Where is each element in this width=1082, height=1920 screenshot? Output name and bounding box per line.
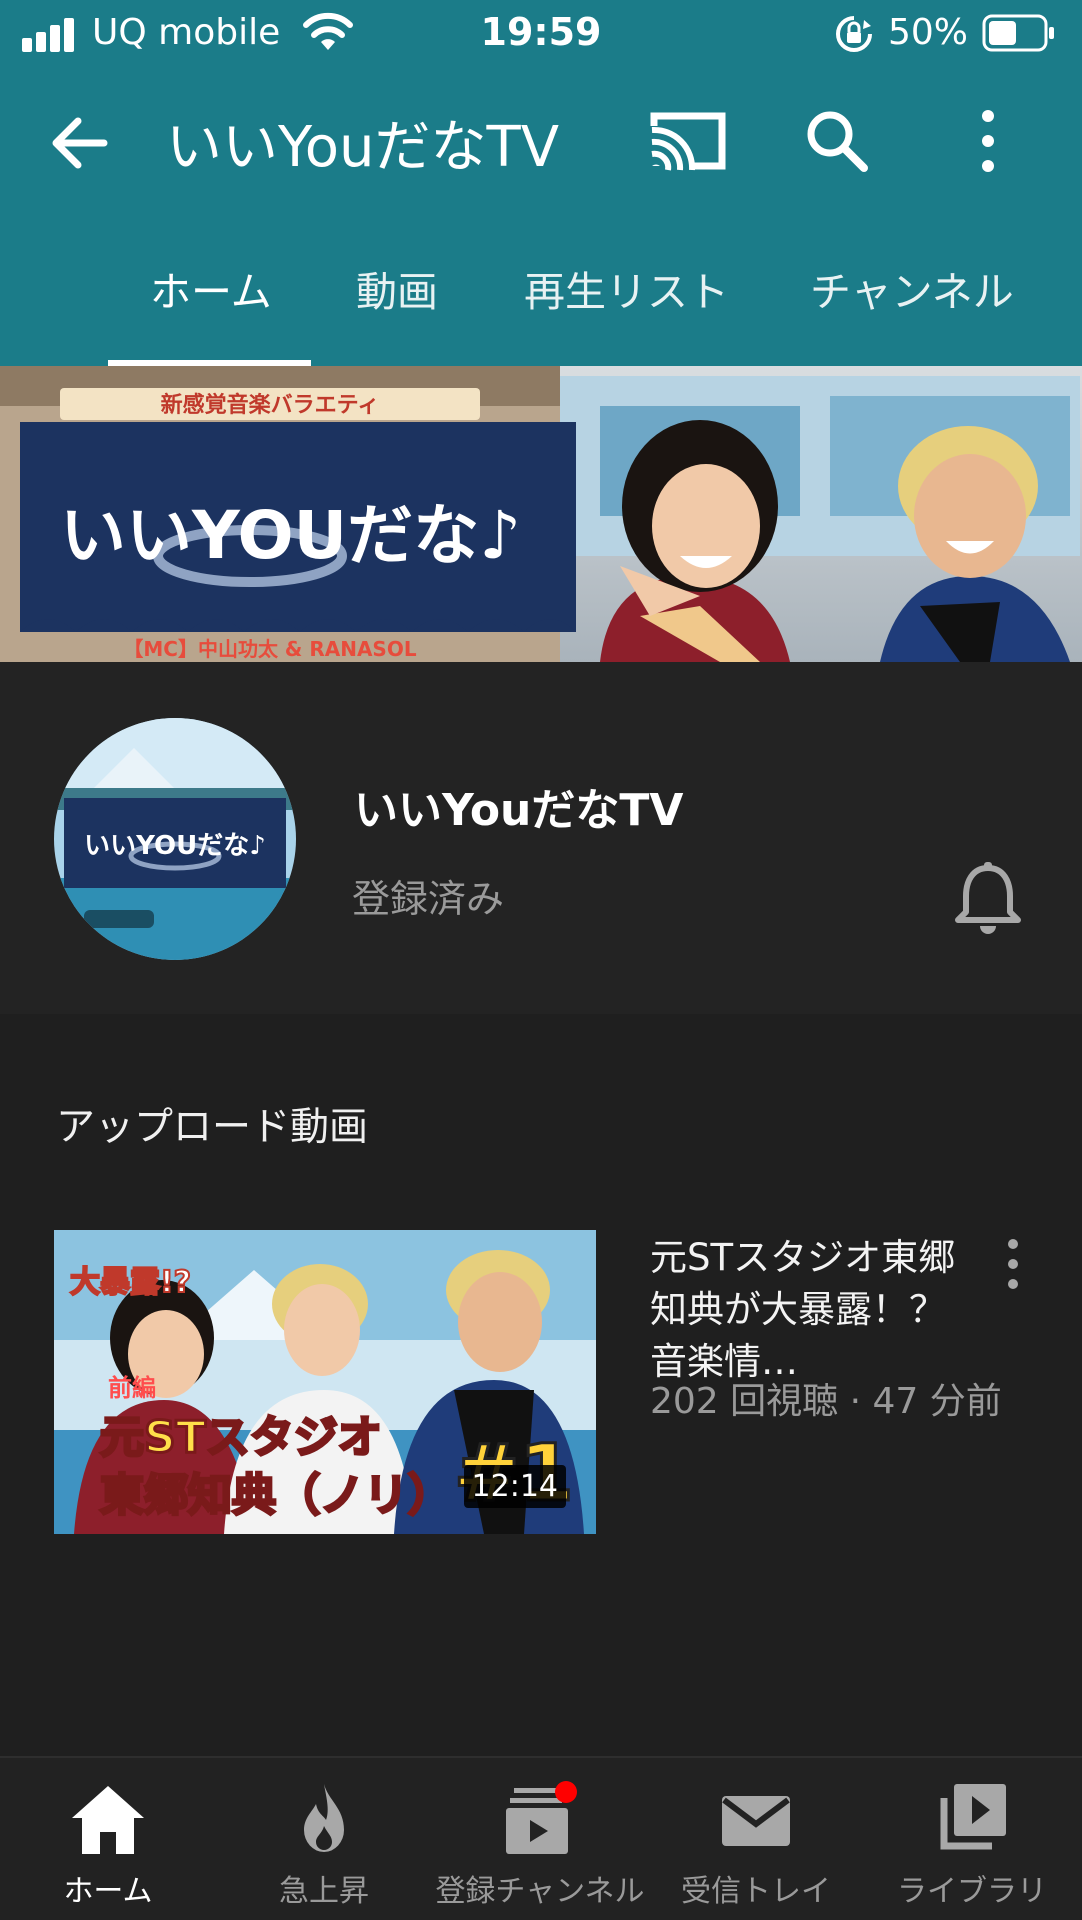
trending-icon: [304, 1784, 344, 1852]
avatar-logo-text: いいYOUだな♪: [84, 831, 266, 861]
cast-icon[interactable]: [646, 108, 730, 174]
rotation-lock-icon: [836, 16, 872, 52]
video-more-icon[interactable]: [996, 1234, 1030, 1294]
video-thumbnail[interactable]: 大暴露!? 前編 元STスタジオ 東郷知典（ノリ） #1 12:14: [54, 1230, 596, 1534]
thumbnail-part: 前編: [108, 1374, 156, 1402]
top-nav: いいYouだなTV: [0, 90, 1082, 190]
status-bar: UQ mobile 19:59 50%: [0, 0, 1082, 70]
thumbnail-line1: 元STスタジオ: [100, 1412, 382, 1463]
bell-icon[interactable]: [954, 860, 1022, 936]
banner-logo-text: いいYOUだな♪: [60, 497, 521, 574]
bottom-nav-label: ライブラリ: [897, 1874, 1047, 1909]
tab-home[interactable]: ホーム: [150, 258, 272, 318]
subscriptions-icon: [506, 1781, 577, 1854]
video-meta: 202 回視聴 · 47 分前: [650, 1381, 1002, 1422]
bottom-nav-label: ホーム: [63, 1874, 153, 1909]
channel-tabs: ホーム 動画 再生リスト チャンネル: [0, 250, 1082, 366]
bottom-nav-trending[interactable]: 急上昇: [216, 1758, 432, 1920]
battery-icon: [982, 14, 1054, 52]
bottom-nav-label: 受信トレイ: [681, 1874, 831, 1909]
bottom-nav-inbox[interactable]: 受信トレイ: [648, 1758, 864, 1920]
section-title: アップロード動画: [56, 1105, 369, 1150]
notification-dot: [555, 1781, 577, 1803]
bottom-nav-subscriptions[interactable]: 登録チャンネル: [432, 1758, 648, 1920]
search-icon[interactable]: [800, 104, 874, 178]
bottom-nav-label: 登録チャンネル: [435, 1874, 645, 1909]
page-title: いいYouだなTV: [166, 115, 560, 180]
tab-channels[interactable]: チャンネル: [810, 258, 1014, 318]
video-duration: 12:14: [463, 1465, 566, 1508]
uploads-section: アップロード動画 大暴露!? 前編 元STスタジオ 東郷知典（ノリ） #1 12: [0, 1014, 1082, 1756]
bottom-nav-label: 急上昇: [279, 1874, 369, 1909]
avatar-art: いいYOUだな♪: [54, 718, 296, 960]
banner-subtitle: 新感覚音楽バラエティ: [161, 392, 380, 418]
banner-mc-text: 【MC】中山功太 & RANASOL: [123, 637, 416, 661]
subscribed-status[interactable]: 登録済み: [352, 868, 504, 923]
bottom-nav-library[interactable]: ライブラリ: [864, 1758, 1080, 1920]
tab-playlists[interactable]: 再生リスト: [524, 258, 729, 318]
back-arrow-icon[interactable]: [44, 108, 114, 178]
battery-percent: 50%: [888, 12, 969, 53]
banner-art: 新感覚音楽バラエティ いいYOUだな♪ 【MC】中山功太 & RANASOL: [0, 366, 1082, 662]
inbox-icon: [722, 1796, 790, 1846]
thumbnail-line2: 東郷知典（ノリ）: [100, 1470, 452, 1521]
channel-avatar[interactable]: いいYOUだな♪: [54, 718, 296, 960]
channel-banner: 新感覚音楽バラエティ いいYOUだな♪ 【MC】中山功太 & RANASOL: [0, 366, 1082, 662]
video-title[interactable]: 元STスタジオ東郷知典が大暴露！？ 音楽情…: [650, 1232, 970, 1388]
bottom-navigation: ホーム 急上昇 登録チャンネル 受信トレイ ライブラリ: [0, 1756, 1082, 1920]
more-vertical-icon[interactable]: [966, 104, 1010, 178]
tab-videos[interactable]: 動画: [356, 258, 438, 318]
home-icon: [72, 1786, 144, 1854]
bottom-nav-home[interactable]: ホーム: [0, 1758, 216, 1920]
channel-info: いいYOUだな♪ いいYouだなTV 登録済み: [0, 662, 1082, 1014]
thumbnail-badge: 大暴露!?: [70, 1265, 191, 1300]
app-header: UQ mobile 19:59 50% いいYouだなTV ホーム 動画 再生リ…: [0, 0, 1082, 366]
library-icon: [940, 1784, 1006, 1850]
channel-name: いいYouだなTV: [354, 785, 684, 836]
